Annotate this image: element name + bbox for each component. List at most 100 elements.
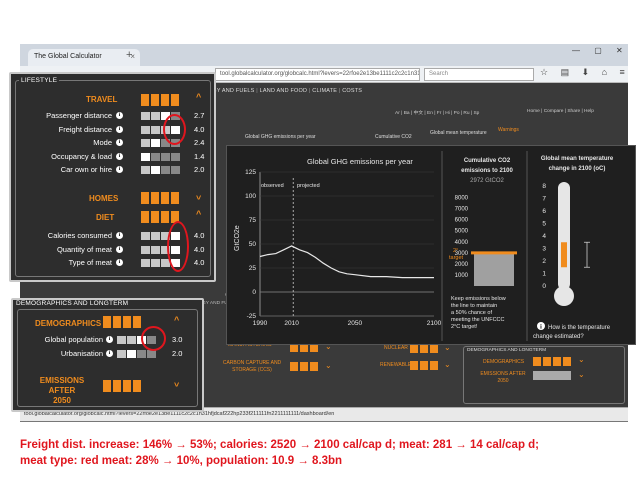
target-label-2: target [449, 255, 464, 261]
emissions-line [259, 245, 434, 279]
lever-level-1[interactable] [141, 259, 150, 267]
x-tick-label: 2100 [427, 320, 442, 327]
info-icon[interactable]: i [116, 232, 123, 239]
lever-value: 4.0 [194, 231, 205, 240]
lever-level-2[interactable] [151, 152, 160, 161]
info-icon[interactable]: i [116, 152, 123, 160]
chevron-up-icon[interactable]: ^ [174, 315, 179, 325]
co2-tick-label: 4000 [455, 240, 469, 246]
lever-level-2[interactable] [151, 259, 160, 267]
lever-label: Urbanisation [60, 348, 103, 358]
lever-level-1[interactable] [141, 139, 150, 147]
lever-level-3[interactable] [161, 166, 170, 174]
temp-tick-label: 4 [542, 233, 546, 240]
browser-tab[interactable]: The Global Calculator × [28, 49, 140, 66]
info-icon[interactable]: i [116, 139, 123, 146]
ghg-ylabel: GtCO2e [234, 225, 241, 251]
lever-level-2[interactable] [151, 125, 160, 134]
lever-value: 1.4 [194, 151, 205, 161]
lever-level-1[interactable] [141, 166, 150, 174]
window-controls[interactable]: — ▢ ✕ [572, 46, 629, 55]
info-icon[interactable]: i [116, 166, 123, 173]
lever-label: Type of meat [68, 258, 112, 267]
lever-value: 3.0 [172, 335, 183, 344]
demographics-label[interactable]: DEMOGRAPHICS [35, 319, 101, 328]
address-bar[interactable]: tool.globalcalculator.org/globcalc.html?… [215, 68, 420, 81]
x-tick-label: 1990 [253, 320, 268, 327]
warnings-link[interactable]: Warnings [498, 127, 519, 133]
lever-value: 2.7 [194, 111, 205, 120]
chevron-down-icon[interactable]: ⌄ [325, 361, 332, 370]
language-selector[interactable]: Ar | Ba | 中文 | En | Fr | Hi | Po | Ru | … [395, 109, 479, 116]
emissions-after-label[interactable]: EMISSIONS AFTER 2050 [32, 376, 92, 406]
y-tick-label: 0 [252, 289, 256, 296]
co2-tick-label: 2000 [455, 262, 469, 268]
bg-emissions-label[interactable]: EMISSIONS AFTER 2050 [478, 371, 528, 385]
co2-chart: 10002000300040005000600070008000 [455, 196, 517, 286]
lever-level-2[interactable] [151, 139, 160, 147]
bg-emis-levers[interactable] [533, 371, 571, 380]
right-nav-links[interactable]: Home | Compare | Share | Help [527, 109, 594, 114]
caption-line-1: Freight dist. increase: 146% → 53%; calo… [20, 439, 540, 451]
y-tick-label: 25 [249, 265, 257, 272]
lever-level-2[interactable] [151, 245, 160, 254]
co2-tick-label: 7000 [455, 207, 469, 213]
demographics-title: DEMOGRAPHICS AND LONGTERM [16, 300, 129, 307]
info-icon[interactable]: i [116, 112, 123, 119]
temp-question-2[interactable]: change estimated? [533, 334, 584, 340]
lever-level-2[interactable] [151, 112, 160, 120]
lever-level-3[interactable] [161, 152, 170, 161]
lever-level-2[interactable] [127, 349, 136, 358]
ghg-header: Global GHG emissions per year [245, 134, 316, 140]
chevron-down-icon[interactable]: ^ [196, 191, 201, 201]
co2-note-5: 2°C target! [451, 324, 478, 330]
lever-level-1[interactable] [141, 112, 150, 120]
bg-demographics-label[interactable]: DEMOGRAPHICS [483, 359, 524, 365]
nav-item[interactable]: LAND AND FOOD [260, 88, 308, 94]
temp-question-1[interactable]: How is the temperature [548, 325, 611, 331]
ccs-label[interactable]: CARBON CAPTURE AND STORAGE (CCS) [222, 360, 282, 374]
chevron-down-icon[interactable]: ⌄ [444, 360, 451, 369]
travel-label[interactable]: TRAVEL [86, 95, 117, 104]
nav-item[interactable]: COSTS [342, 88, 362, 94]
chevron-down-icon[interactable]: ⌄ [578, 370, 585, 379]
diet-label[interactable]: DIET [96, 213, 114, 222]
lever-level-3[interactable] [137, 349, 146, 358]
temperature-range [561, 242, 567, 268]
lever-level-2[interactable] [127, 336, 136, 344]
search-input[interactable]: Search [424, 68, 534, 81]
co2-tick-label: 6000 [455, 218, 469, 224]
info-icon[interactable]: i [116, 125, 123, 133]
chevron-up-icon[interactable]: ^ [196, 92, 201, 102]
lever-level-1[interactable] [141, 125, 150, 134]
toolbar-icons[interactable]: ☆ ▤ ⬇ ⌂ ≡ [540, 67, 630, 78]
lever-level-1[interactable] [141, 245, 150, 254]
thermometer-tube [558, 182, 570, 290]
lever-level-1[interactable] [117, 349, 126, 358]
co2-tick-label: 8000 [455, 196, 469, 202]
chevron-up-icon[interactable]: ^ [196, 209, 201, 219]
temp-tick-label: 3 [542, 246, 546, 253]
info-icon[interactable]: i [116, 259, 123, 266]
homes-label[interactable]: HOMES [89, 194, 118, 203]
y-tick-label: 75 [249, 217, 257, 224]
lever-level-1[interactable] [117, 336, 126, 344]
temp-tick-label: 1 [542, 271, 546, 278]
lever-level-2[interactable] [151, 232, 160, 240]
lever-level-2[interactable] [151, 166, 160, 174]
renewables-icon [410, 361, 440, 370]
new-tab-icon[interactable]: + [126, 49, 132, 61]
co2-title-2: emissions to 2100 [461, 168, 513, 174]
lever-level-1[interactable] [141, 152, 150, 161]
lever-level-4[interactable] [171, 166, 180, 174]
lever-level-4[interactable] [171, 152, 180, 161]
chevron-down-icon[interactable]: ⌄ [578, 355, 585, 364]
info-icon[interactable]: i [106, 336, 113, 343]
nav-item[interactable]: CLIMATE [312, 88, 337, 94]
lever-level-1[interactable] [141, 232, 150, 240]
lever-label: Global population [44, 335, 103, 344]
chevron-down-icon[interactable]: ^ [174, 378, 179, 388]
info-icon[interactable]: i [116, 245, 123, 253]
info-icon[interactable]: i [106, 349, 113, 357]
top-nav: OLOGY AND FUELS | LAND AND FOOD | CLIMAT… [200, 88, 363, 94]
